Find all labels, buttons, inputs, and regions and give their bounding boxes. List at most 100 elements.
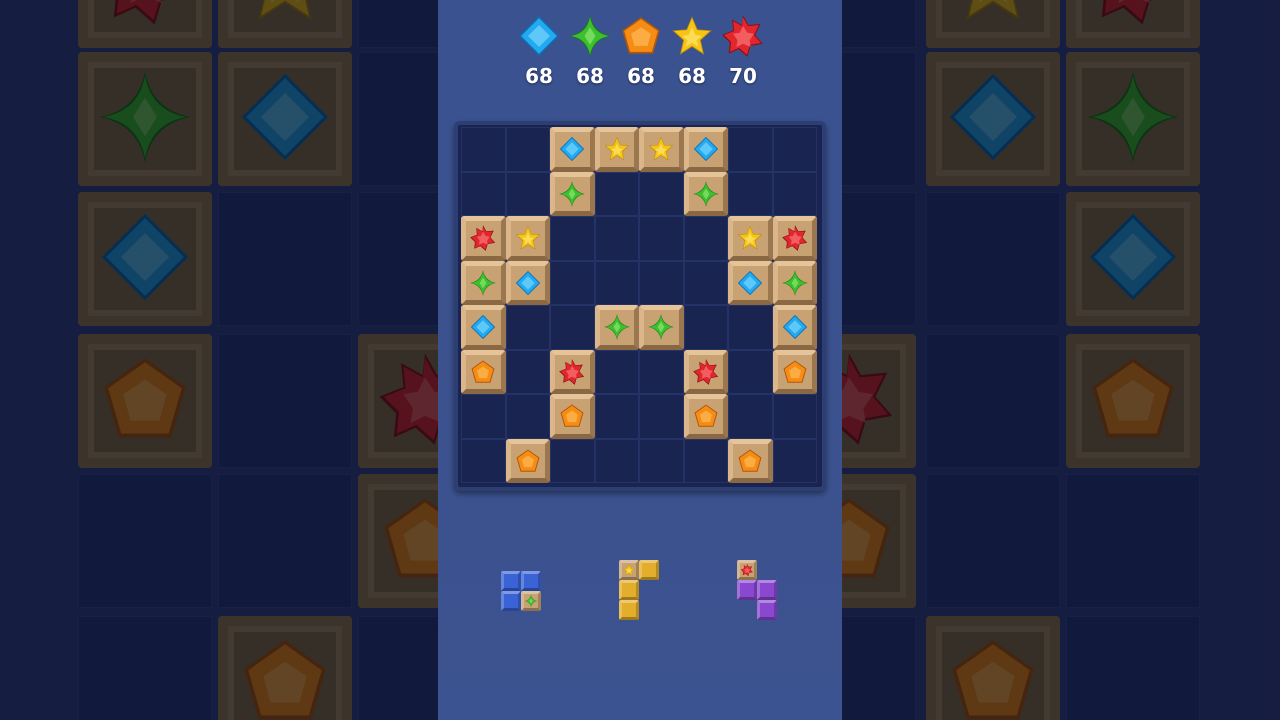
red-star-gem-icon: [1085, 0, 1181, 31]
orange-pentagon-gem-icon: [842, 491, 897, 591]
board-cell[interactable]: [683, 260, 728, 305]
blue-diamond-gem-icon: [237, 69, 333, 169]
red-star-gem-icon: [781, 225, 808, 252]
board-cell[interactable]: [639, 394, 684, 439]
background-right-blurred: [842, 0, 1280, 720]
board-cell[interactable]: [550, 260, 595, 305]
board-cell[interactable]: [550, 216, 595, 261]
counter-blue-diamond: 68: [516, 14, 562, 88]
board-cell[interactable]: [728, 349, 773, 394]
yellow-star-gem-icon: [670, 14, 714, 62]
gem-block-red-star: [772, 216, 817, 261]
board-cell[interactable]: [505, 127, 550, 172]
board-cell[interactable]: [594, 394, 639, 439]
red-star-gem-icon: [377, 351, 438, 451]
yellow-star-gem-icon: [603, 136, 630, 163]
blue-diamond-gem-icon: [945, 69, 1041, 169]
board-cell[interactable]: [772, 171, 817, 216]
gem-block-blue-diamond: [505, 260, 550, 305]
gem-block-green-star: [550, 171, 595, 216]
board-cell[interactable]: [639, 216, 684, 261]
board-cell[interactable]: [461, 394, 506, 439]
background-gem-tile: [926, 616, 1060, 720]
board-cell[interactable]: [461, 438, 506, 483]
red-star-gem-icon: [97, 0, 193, 31]
board-cell[interactable]: [728, 127, 773, 172]
background-cell: [78, 474, 212, 608]
background-cell: [218, 334, 352, 468]
board-cell[interactable]: [772, 394, 817, 439]
counter-red-star: 70: [720, 14, 766, 88]
background-cell: [218, 474, 352, 608]
background-cell: [358, 616, 438, 720]
board-cell[interactable]: [639, 438, 684, 483]
board-cell[interactable]: [550, 438, 595, 483]
gem-block-green-star: [683, 171, 728, 216]
background-gem-tile: [78, 192, 212, 326]
background-gem-tile: [1066, 0, 1200, 48]
board-cell[interactable]: [594, 438, 639, 483]
green-star-gem-icon: [568, 14, 612, 62]
orange-pentagon-gem-icon: [1085, 351, 1181, 451]
piece-cell: [619, 560, 639, 580]
blue-diamond-gem-icon: [559, 136, 586, 163]
gem-block-orange-pentagon: [683, 394, 728, 439]
board-cell[interactable]: [683, 438, 728, 483]
red-star-gem-icon: [470, 225, 497, 252]
board-cell[interactable]: [728, 394, 773, 439]
board-cell[interactable]: [594, 216, 639, 261]
piece-cell: [521, 591, 541, 611]
background-gem-tile: [218, 616, 352, 720]
counter-value: 70: [729, 64, 757, 88]
background-cell: [842, 52, 916, 186]
background-gem-tile: [78, 334, 212, 468]
board-cell[interactable]: [728, 171, 773, 216]
piece-cell: [639, 560, 659, 580]
blue-diamond-gem-icon: [470, 314, 497, 341]
board-cell[interactable]: [505, 171, 550, 216]
board-cell[interactable]: [594, 349, 639, 394]
background-gem-tile: [78, 52, 212, 186]
yellow-star-gem-icon: [737, 225, 764, 252]
board-cell[interactable]: [728, 305, 773, 350]
orange-pentagon-gem-icon: [945, 633, 1041, 720]
gem-block-orange-pentagon: [550, 394, 595, 439]
piece-cell: [619, 580, 639, 600]
red-star-gem-icon: [842, 351, 897, 451]
orange-pentagon-gem-icon: [97, 351, 193, 451]
board-cell[interactable]: [461, 171, 506, 216]
background-left-blurred: [0, 0, 438, 720]
board-cell[interactable]: [772, 438, 817, 483]
piece-cell: [501, 591, 521, 611]
board-cell[interactable]: [550, 305, 595, 350]
orange-pentagon-gem-icon: [619, 14, 663, 62]
board-cell[interactable]: [772, 127, 817, 172]
piece-cell: [501, 571, 521, 591]
board-cell[interactable]: [461, 127, 506, 172]
gem-block-red-star: [461, 216, 506, 261]
gem-block-orange-pentagon: [505, 438, 550, 483]
gem-block-blue-diamond: [550, 127, 595, 172]
gem-block-orange-pentagon: [772, 349, 817, 394]
counter-value: 68: [678, 64, 706, 88]
background-gem-tile: [78, 0, 212, 48]
green-star-gem-icon: [648, 314, 675, 341]
blue-diamond-gem-icon: [97, 209, 193, 309]
piece-cell: [521, 571, 541, 591]
board-cell[interactable]: [639, 349, 684, 394]
orange-pentagon-gem-icon: [692, 403, 719, 430]
background-cell: [926, 474, 1060, 608]
board-cell[interactable]: [505, 349, 550, 394]
board-cell[interactable]: [683, 216, 728, 261]
board-cell[interactable]: [639, 260, 684, 305]
blue-diamond-gem-icon: [692, 136, 719, 163]
green-star-gem-icon: [781, 269, 808, 296]
board-cell[interactable]: [683, 305, 728, 350]
board-cell[interactable]: [505, 305, 550, 350]
background-gem-tile: [358, 474, 438, 608]
board-cell[interactable]: [639, 171, 684, 216]
board-cell[interactable]: [594, 171, 639, 216]
board-cell[interactable]: [594, 260, 639, 305]
board-cell[interactable]: [505, 394, 550, 439]
game-board[interactable]: [454, 121, 826, 491]
